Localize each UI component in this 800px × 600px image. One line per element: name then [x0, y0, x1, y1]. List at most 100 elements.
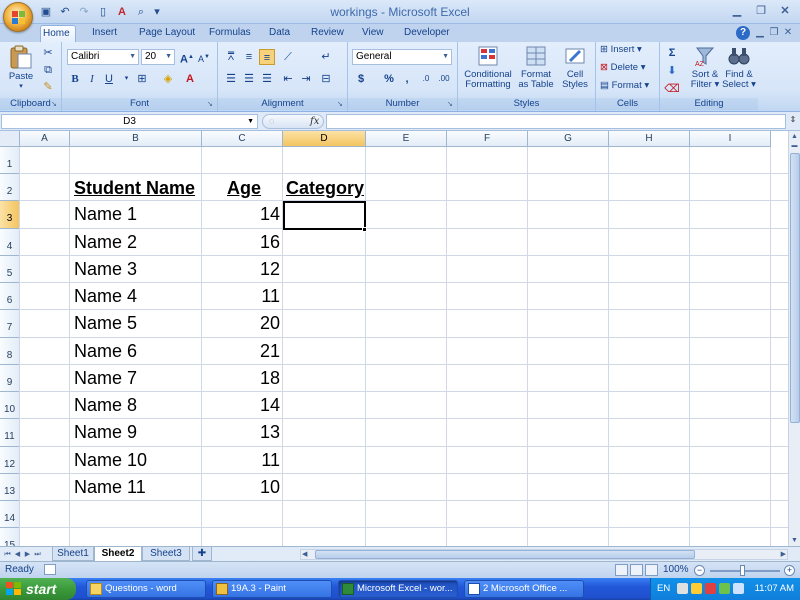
- scroll-down-icon[interactable]: ▼: [789, 535, 800, 546]
- close-button[interactable]: ✕: [774, 2, 796, 20]
- cell-student-name[interactable]: Name 11: [74, 474, 146, 501]
- restore-button[interactable]: ❐: [750, 2, 772, 20]
- ribbon-restore-icon[interactable]: ❐: [768, 26, 780, 40]
- italic-button[interactable]: I: [84, 71, 100, 87]
- fill-color-icon[interactable]: ◈: [160, 71, 176, 87]
- scroll-left-icon[interactable]: ◀: [302, 550, 307, 558]
- row-header-2[interactable]: 2: [0, 174, 20, 201]
- macro-record-icon[interactable]: [44, 564, 56, 575]
- column-header-e[interactable]: E: [366, 131, 447, 147]
- row-header-13[interactable]: 13: [0, 474, 20, 501]
- column-header-d[interactable]: D: [283, 131, 366, 147]
- office-button[interactable]: [3, 2, 33, 32]
- expand-formula-bar-icon[interactable]: ⇕: [788, 115, 798, 128]
- clipboard-launcher-icon[interactable]: ↘: [51, 101, 59, 109]
- cell-student-name[interactable]: Name 7: [74, 365, 137, 392]
- underline-button[interactable]: U: [101, 71, 117, 87]
- align-left-icon[interactable]: ☰: [223, 71, 239, 87]
- column-header-a[interactable]: A: [20, 131, 70, 147]
- cell-student-age[interactable]: 21: [204, 338, 280, 365]
- align-center-icon[interactable]: ☰: [241, 71, 257, 87]
- zoom-out-icon[interactable]: −: [694, 565, 705, 576]
- sheet-tab-sheet2[interactable]: Sheet2: [94, 547, 142, 562]
- taskbar-item-paint[interactable]: 19A.3 - Paint: [212, 580, 332, 598]
- header-category[interactable]: Category: [286, 175, 364, 202]
- merge-center-icon[interactable]: ⊟: [318, 71, 334, 87]
- tray-network-icon[interactable]: [677, 583, 688, 594]
- number-launcher-icon[interactable]: ↘: [447, 101, 455, 109]
- row-header-14[interactable]: 14: [0, 501, 20, 528]
- tab-formulas[interactable]: Formulas: [207, 25, 253, 42]
- copy-icon[interactable]: ⧉: [40, 62, 56, 78]
- tab-developer[interactable]: Developer: [402, 25, 452, 42]
- cell-student-name[interactable]: Name 9: [74, 419, 137, 446]
- format-as-table-button[interactable]: Format as Table: [516, 45, 556, 90]
- horizontal-scrollbar[interactable]: ◀ ▶: [300, 549, 788, 560]
- normal-view-icon[interactable]: [615, 564, 628, 576]
- fill-handle[interactable]: [362, 227, 367, 232]
- row-header-6[interactable]: 6: [0, 283, 20, 310]
- horizontal-scroll-thumb[interactable]: [315, 550, 695, 559]
- cell-student-age[interactable]: 10: [204, 474, 280, 501]
- underline-dropdown-icon[interactable]: ▾: [122, 71, 131, 87]
- insert-sheet-icon[interactable]: ✚: [192, 547, 212, 561]
- ribbon-minimize-icon[interactable]: ▁: [754, 26, 766, 40]
- taskbar-item-office[interactable]: 2 Microsoft Office ...: [464, 580, 584, 598]
- bold-button[interactable]: B: [67, 71, 83, 87]
- header-age[interactable]: Age: [227, 175, 261, 202]
- column-header-h[interactable]: H: [609, 131, 690, 147]
- cell-student-name[interactable]: Name 6: [74, 338, 137, 365]
- scroll-right-icon[interactable]: ▶: [781, 550, 786, 558]
- cell-student-name[interactable]: Name 4: [74, 283, 137, 310]
- cell-student-age[interactable]: 13: [204, 419, 280, 446]
- row-header-3[interactable]: 3: [0, 201, 20, 229]
- font-size-dropdown[interactable]: 20 ▼: [141, 49, 175, 65]
- worksheet-grid[interactable]: ABCDEFGHI 1 2 3 4 5 6 7 8 9 10 11 12 13 14 15 Student …: [0, 131, 788, 546]
- zoom-slider[interactable]: [710, 570, 780, 572]
- tray-security-icon[interactable]: [705, 583, 716, 594]
- page-layout-view-icon[interactable]: [630, 564, 643, 576]
- vertical-scrollbar[interactable]: ▲ ▬ ▼: [788, 131, 800, 546]
- decrease-decimal-icon[interactable]: .00: [436, 71, 452, 87]
- column-header-c[interactable]: C: [202, 131, 283, 147]
- zoom-slider-thumb[interactable]: [740, 565, 745, 576]
- row-header-5[interactable]: 5: [0, 256, 20, 283]
- percent-button[interactable]: %: [381, 71, 397, 87]
- column-header-b[interactable]: B: [70, 131, 202, 147]
- first-sheet-icon[interactable]: ⏮: [3, 549, 12, 560]
- vertical-scroll-thumb[interactable]: [790, 153, 800, 423]
- row-header-15[interactable]: 15: [0, 528, 20, 546]
- tab-page-layout[interactable]: Page Layout: [137, 25, 197, 42]
- cell-student-name[interactable]: Name 2: [74, 229, 137, 256]
- row-header-1[interactable]: 1: [0, 147, 20, 174]
- format-cells-button[interactable]: ▤ Format ▾: [600, 81, 658, 91]
- page-break-view-icon[interactable]: [645, 564, 658, 576]
- cell-student-name[interactable]: Name 1: [74, 201, 137, 228]
- orientation-icon[interactable]: ⟋: [280, 49, 296, 65]
- language-indicator[interactable]: EN: [657, 583, 670, 594]
- insert-cells-button[interactable]: ⊞ Insert ▾: [600, 45, 658, 55]
- column-header-f[interactable]: F: [447, 131, 528, 147]
- cell-student-age[interactable]: 14: [204, 392, 280, 419]
- comma-button[interactable]: ,: [399, 71, 415, 87]
- column-header-i[interactable]: I: [690, 131, 771, 147]
- fill-icon[interactable]: ⬇: [664, 63, 680, 79]
- prev-sheet-icon[interactable]: ◀: [13, 549, 22, 560]
- currency-button[interactable]: $: [353, 71, 369, 87]
- tray-volume-icon[interactable]: [733, 583, 744, 594]
- cell-student-age[interactable]: 11: [204, 283, 280, 310]
- decrease-indent-icon[interactable]: ⇤: [280, 71, 296, 87]
- increase-indent-icon[interactable]: ⇥: [298, 71, 314, 87]
- align-top-icon[interactable]: ⩞: [223, 49, 239, 65]
- increase-decimal-icon[interactable]: .0: [418, 71, 434, 87]
- tray-update-icon[interactable]: [719, 583, 730, 594]
- number-format-dropdown[interactable]: General ▼: [352, 49, 452, 65]
- row-header-4[interactable]: 4: [0, 229, 20, 256]
- cell-student-name[interactable]: Name 5: [74, 310, 137, 337]
- sheet-tab-sheet1[interactable]: Sheet1: [52, 547, 94, 561]
- align-right-icon[interactable]: ☰: [259, 71, 275, 87]
- help-icon[interactable]: ?: [736, 26, 750, 40]
- row-header-8[interactable]: 8: [0, 338, 20, 365]
- column-header-g[interactable]: G: [528, 131, 609, 147]
- autosum-icon[interactable]: Σ: [664, 45, 680, 61]
